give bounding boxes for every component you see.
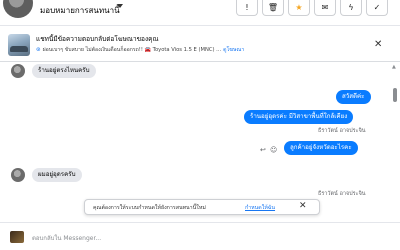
ad-reply-banner: แชทนี้มีข้อความตอบกลับต่อโฆษณาของคุณ ⊛ ผ…: [0, 26, 400, 62]
banner-ad-line: ⊛ ผ่อนเบาๆ ขับสบาย ไม่ต้องเงินเดือนก็ออก…: [36, 46, 244, 54]
alert-icon: !: [245, 2, 249, 12]
assign-toast: คุณต้องการให้ระบบกำหนดให้ยังการสนทนานี้ใ…: [84, 199, 320, 215]
delete-button[interactable]: 🗑: [262, 0, 284, 16]
view-ad-link[interactable]: ดูโฆษณา: [223, 46, 244, 54]
toast-text: คุณต้องการให้ระบบกำหนดให้ยังการสนทนานี้ใ…: [93, 205, 206, 211]
message-outgoing: ร้านอยู่อุดรค่ะ มีวิสาขาพื้นที่ใกล้เคียง: [244, 110, 354, 124]
ad-text: ผ่อนเบาๆ ขับสบาย ไม่ต้องเงินเดือนก็ออกรถ…: [42, 47, 222, 53]
messenger-inbox-view: มอบหมายการสนทนานี้ ! 🗑 ★ ✉ ϟ ✓ แชทนี้มีข…: [0, 0, 400, 250]
scrollbar-thumb[interactable]: [393, 88, 397, 102]
customer-avatar: [11, 64, 25, 78]
close-icon[interactable]: ✕: [299, 201, 307, 211]
reply-input[interactable]: ตอบกลับใน Messenger...: [32, 233, 101, 243]
message-composer: ตอบกลับใน Messenger...: [0, 222, 400, 250]
check-icon: ✓: [373, 2, 381, 12]
close-icon[interactable]: ✕: [374, 39, 382, 50]
mark-unread-button[interactable]: ✉: [314, 0, 336, 16]
ad-thumbnail[interactable]: [8, 34, 30, 56]
banner-title: แชทนี้มีข้อความตอบกลับต่อโฆษณาของคุณ: [36, 35, 159, 43]
customer-avatar: [11, 168, 25, 182]
conversation-header: มอบหมายการสนทนานี้ ! 🗑 ★ ✉ ϟ ✓: [0, 0, 400, 26]
chevron-down-icon[interactable]: [117, 4, 123, 8]
label-button[interactable]: ϟ: [340, 0, 362, 16]
sender-name: ธีราวัตน์ อาจประจิน: [318, 128, 366, 134]
star-icon: ★: [295, 2, 303, 12]
ad-icon: ⊛: [36, 47, 41, 53]
message-outgoing: สวัสดีค่ะ: [336, 90, 371, 104]
react-icon[interactable]: ☺: [270, 146, 277, 154]
star-button[interactable]: ★: [288, 0, 310, 16]
message-incoming: ผมอยู่อุดรครับ: [32, 168, 82, 182]
mail-icon: ✉: [321, 2, 329, 12]
assign-to-me-link[interactable]: กำหนดให้ฉัน: [245, 204, 275, 212]
reply-icon[interactable]: ↩: [260, 146, 266, 154]
mark-spam-button[interactable]: !: [236, 0, 258, 16]
message-incoming: ร้านอยู่ตรงไหนครับ: [32, 64, 96, 78]
mark-done-button[interactable]: ✓: [366, 0, 388, 16]
scroll-up-icon[interactable]: ▲: [392, 64, 396, 70]
chat-scrollbar[interactable]: [392, 64, 398, 216]
assign-conversation-label[interactable]: มอบหมายการสนทนานี้: [40, 4, 120, 17]
contact-avatar[interactable]: [3, 0, 33, 18]
page-profile-icon: [10, 231, 24, 243]
message-outgoing: ลูกค้าอยู่จังหวัดอะไรคะ: [284, 141, 358, 155]
trash-icon: 🗑: [267, 2, 279, 12]
sender-name: ธีราวัตน์ อาจประจิน: [318, 191, 366, 197]
tag-icon: ϟ: [348, 2, 354, 12]
